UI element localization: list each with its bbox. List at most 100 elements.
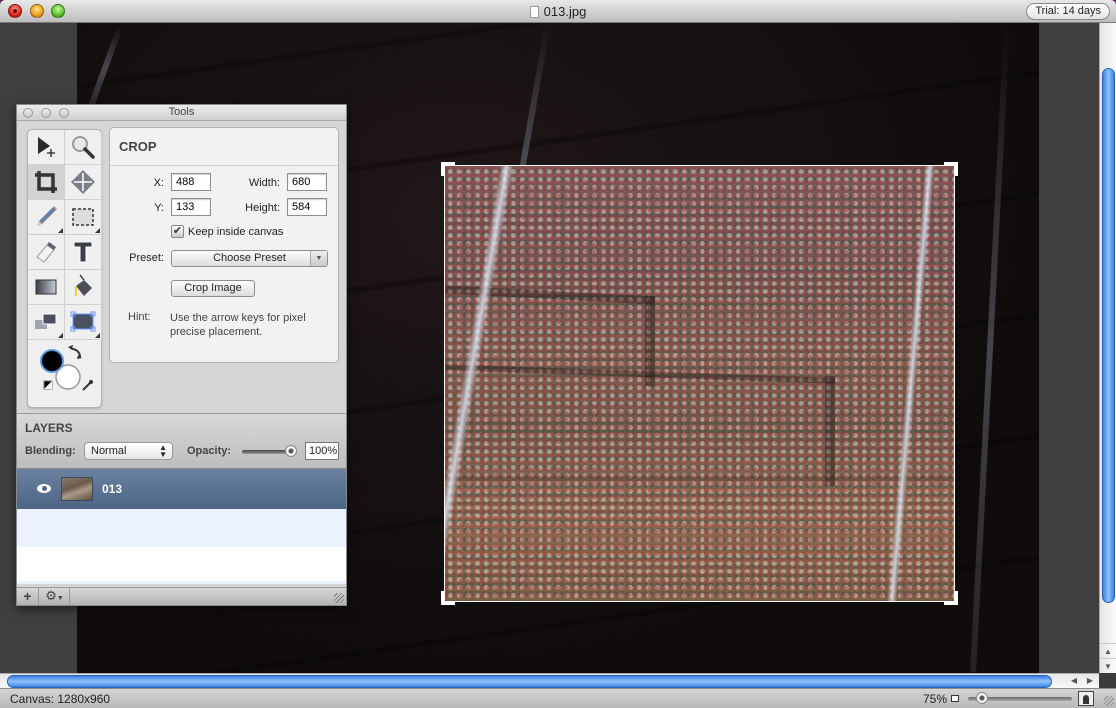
foreground-color-well [40,349,64,373]
marquee-tool-button[interactable] [65,200,102,235]
canvas-size-label: Canvas: 1280x960 [10,692,111,706]
layer-thumbnail [61,477,93,501]
blending-value: Normal [91,445,127,457]
gradient-tool-button[interactable] [28,270,65,305]
scroll-right-arrow[interactable]: ▶ [1082,674,1098,688]
title-bar: 013.jpg Trial: 14 days [0,0,1116,23]
gear-icon: ⚙ [45,588,57,603]
status-bar: Canvas: 1280x960 75% [0,688,1116,708]
horizontal-scroll-thumb[interactable] [7,675,1052,688]
blending-label: Blending: [25,445,76,457]
palette-resize-grip[interactable] [334,593,344,603]
trial-badge[interactable]: Trial: 14 days [1026,3,1110,20]
hint-text: Use the arrow keys for pixel precise pla… [170,312,306,338]
height-input[interactable] [287,198,327,216]
width-input[interactable] [287,173,327,191]
pencil-tool-button[interactable] [28,200,65,235]
fill-tool-button[interactable] [65,270,102,305]
chevron-down-icon: ▼ [310,251,327,266]
crop-options-panel: CROP X: Width: Y: Height: ✔ Keep inside … [109,127,339,363]
y-input[interactable] [171,198,211,216]
crop-handle-bottom-right[interactable] [944,591,958,605]
marquee-icon [72,208,94,226]
layers-header: LAYERS Blending: Normal ▲ ▼ Opacity: 100% [17,413,346,469]
pencil-icon [37,206,57,226]
layer-row[interactable]: 013 [17,469,346,509]
move-tool-button[interactable] [65,165,102,200]
transform-tool-button[interactable] [65,305,102,340]
crop-icon [35,171,57,193]
layer-list-empty-row [17,509,346,547]
preset-dropdown[interactable]: Choose Preset ▼ [171,250,328,267]
text-tool-button[interactable] [65,235,102,270]
text-t-icon [73,241,93,263]
eye-visibility-icon[interactable] [37,484,51,493]
gradient-icon [35,279,57,295]
magnifier-icon [72,136,95,159]
transform-icon [70,311,96,332]
scroll-left-arrow[interactable]: ◀ [1066,674,1082,688]
blending-select[interactable]: Normal ▲ ▼ [84,442,173,460]
crop-tool-button[interactable] [28,165,65,200]
zoom-slider-knob[interactable] [976,692,988,704]
eraser-icon [36,242,56,263]
opacity-slider-knob[interactable] [285,445,297,457]
crop-handle-top-right[interactable] [944,162,958,176]
document-title: 013.jpg [0,4,1116,19]
keep-inside-canvas-checkbox[interactable]: ✔ [171,225,184,238]
zoom-tool-button[interactable] [65,130,102,165]
preset-value: Choose Preset [213,252,286,264]
stair-edge [445,364,835,384]
opacity-label: Opacity: [187,445,232,457]
add-layer-button[interactable]: + [17,588,39,605]
paint-bucket-icon [75,274,92,296]
x-label: X: [153,177,164,189]
arrow-select-icon [38,137,55,157]
horizontal-scrollbar[interactable]: ◀ ▶ [0,673,1099,688]
x-input[interactable] [171,173,211,191]
preset-label: Preset: [129,252,164,264]
submenu-indicator [95,333,100,338]
crop-image-button[interactable]: Crop Image [171,280,255,297]
eraser-tool-button[interactable] [28,235,65,270]
tools-title: Tools [168,106,195,118]
hint-label: Hint: [128,311,151,323]
width-label: Width: [248,177,280,189]
stair-edge [825,376,835,486]
move-arrows-icon [71,170,95,194]
vertical-scroll-thumb[interactable] [1102,68,1115,603]
select-tool-button[interactable] [28,130,65,165]
height-label: Height: [245,202,280,214]
chevron-down-icon: ▼ [56,595,64,602]
layer-name: 013 [102,482,123,496]
layer-actions-button[interactable]: ⚙▼ [40,588,70,605]
water-stream [445,166,514,598]
crop-selection[interactable] [444,165,955,602]
document-title-text: 013.jpg [543,4,587,19]
updown-arrows-icon: ▲ ▼ [159,443,167,459]
tools-title-bar[interactable]: Tools [17,105,346,121]
window-resize-grip[interactable] [1104,696,1114,706]
color-wells [28,341,101,406]
clone-tool-button[interactable] [28,305,65,340]
opacity-input[interactable]: 100% [305,442,339,460]
zoom-percentage: 75% [923,692,948,706]
scroll-up-arrow[interactable]: ▲ [1100,643,1116,658]
vertical-scrollbar[interactable]: ▲ ▼ [1099,23,1116,673]
zoom-in-icon[interactable] [1078,691,1094,706]
y-label: Y: [154,202,164,214]
layers-heading: LAYERS [25,421,73,435]
submenu-indicator [95,228,100,233]
layers-footer: + ⚙▼ [17,587,346,605]
submenu-indicator [58,333,63,338]
eyedropper-icon [82,382,91,391]
crop-heading: CROP [110,128,338,166]
app-window: 013.jpg Trial: 14 days ▲ ▼ ◀ ▶ Canvas: 1… [0,0,1116,708]
water-stream [886,166,935,601]
tool-grid [27,129,102,408]
crop-handle-bottom-left[interactable] [441,591,455,605]
zoom-out-icon[interactable] [951,695,959,702]
crop-handle-top-left[interactable] [441,162,455,176]
keep-inside-canvas-label[interactable]: Keep inside canvas [188,226,283,238]
scroll-down-arrow[interactable]: ▼ [1100,658,1116,673]
